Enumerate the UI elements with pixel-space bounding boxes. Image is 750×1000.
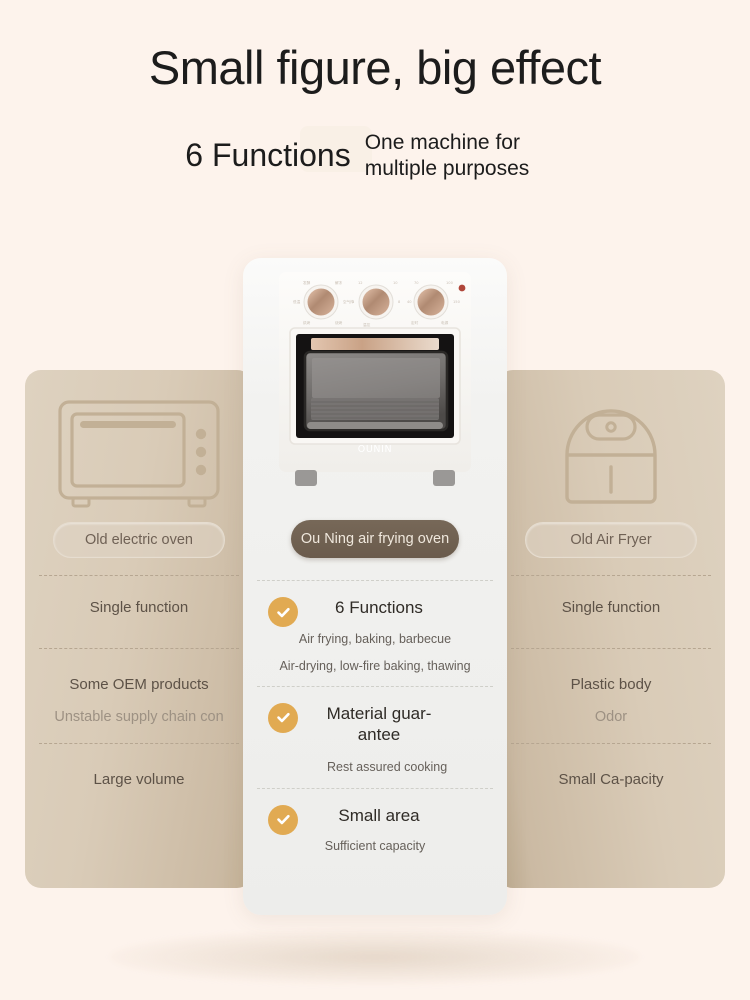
comparison-column-center: 发酵 解冻 低温 空气炸 烘烤 烧烤 12 10 38 温控 70 100 40 150 定…: [243, 258, 507, 915]
air-fryer-icon: [497, 390, 725, 518]
left-column-badge: Old electric oven: [53, 522, 225, 558]
svg-text:150: 150: [453, 300, 461, 304]
svg-text:70: 70: [414, 281, 419, 285]
center-feature-list: 6 Functions Air frying, baking, barbecue…: [257, 580, 493, 884]
feature-subtitle: Sufficient capacity: [324, 839, 426, 854]
svg-text:定时: 定时: [411, 320, 419, 325]
svg-text:解冻: 解冻: [335, 280, 343, 285]
row-primary-text: Single function: [89, 599, 189, 616]
svg-text:40: 40: [407, 300, 412, 304]
feature-subtitle: Air frying, baking, barbecue: [298, 631, 452, 646]
row-secondary-text: Unstable supply chain con: [54, 709, 224, 725]
check-circle-icon: [268, 804, 298, 835]
list-item: Small area Sufficient capacity: [257, 787, 493, 884]
svg-text:低温: 低温: [293, 299, 301, 304]
feature-subtitle: Rest assured cooking: [327, 760, 448, 775]
list-item: Plastic body Odor: [511, 647, 711, 743]
svg-text:电源: 电源: [441, 320, 449, 325]
row-primary-text: Single function: [561, 599, 661, 616]
svg-text:3: 3: [352, 300, 354, 304]
svg-text:发酵: 发酵: [303, 280, 311, 285]
comparison-column-left: Old electric oven Single function Some O…: [25, 370, 253, 888]
svg-text:100: 100: [446, 281, 454, 285]
row-primary-text: Small Ca-pacity: [558, 770, 664, 788]
list-item: Single function: [39, 575, 239, 648]
electric-oven-icon: [25, 390, 253, 518]
svg-text:烘烤: 烘烤: [303, 320, 311, 325]
check-circle-icon: [268, 597, 298, 627]
row-primary-text: Large volume: [93, 770, 185, 788]
air-frying-oven-photo: 发酵 解冻 低温 空气炸 烘烤 烧烤 12 10 38 温控 70 100 40 150 定…: [259, 262, 491, 494]
row-primary-text: Plastic body: [570, 675, 652, 693]
svg-text:12: 12: [358, 281, 363, 285]
svg-text:温控: 温控: [363, 322, 371, 327]
list-item: 6 Functions Air frying, baking, barbecue…: [257, 580, 493, 686]
floor-shadow: [110, 930, 640, 984]
list-item: Large volume: [39, 742, 239, 820]
svg-text:OUNIN: OUNIN: [358, 444, 392, 455]
center-column-badge: Ou Ning air frying oven: [291, 520, 459, 558]
svg-text:烧烤: 烧烤: [335, 320, 343, 325]
comparison-stage: Old electric oven Single function Some O…: [0, 0, 750, 1000]
list-item: Some OEM products Unstable supply chain …: [39, 647, 239, 743]
check-circle-icon: [268, 702, 298, 733]
list-item: Single function: [511, 575, 711, 648]
left-column-rows: Single function Some OEM products Unstab…: [39, 575, 239, 880]
comparison-column-right: Old Air Fryer Single function Plastic bo…: [497, 370, 725, 888]
svg-text:10: 10: [393, 281, 398, 285]
feature-subtitle: Air-drying, low-fire baking, thawing: [279, 658, 471, 673]
row-primary-text: Some OEM products: [69, 675, 209, 693]
right-column-badge: Old Air Fryer: [525, 522, 697, 558]
right-column-rows: Single function Plastic body Odor Small …: [511, 575, 711, 880]
list-item: Material guar-antee Rest assured cooking: [257, 685, 493, 788]
list-item: Small Ca-pacity: [511, 742, 711, 820]
row-secondary-text: Odor: [594, 709, 628, 725]
